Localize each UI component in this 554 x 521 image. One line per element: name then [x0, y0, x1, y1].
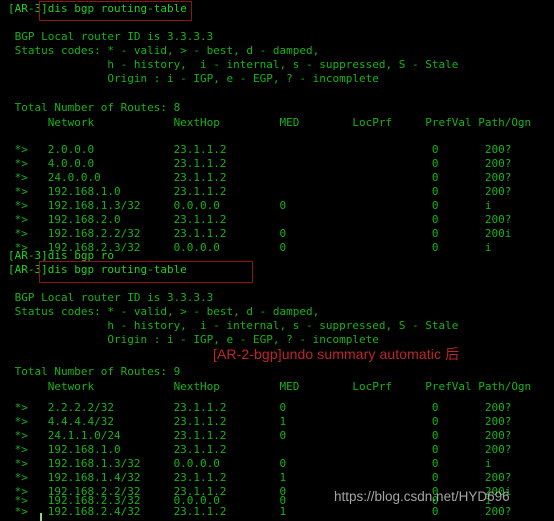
annotation-label: [AR-2-bgp]undo summary automatic 后	[213, 346, 460, 362]
table-row: *> 4.0.0.0 23.1.1.2 0 200?	[8, 157, 512, 170]
command-line-2: [AR-3]dis bgp ro	[8, 249, 114, 262]
table-row: *> 192.168.2.2/32 23.1.1.2 0 0 200i	[8, 227, 512, 240]
table-row: *> 192.168.1.4/32 23.1.1.2 1 0 200?	[8, 471, 512, 484]
table-row: *> 192.168.2.0 23.1.1.2 0 200?	[8, 213, 512, 226]
table-row: *> 192.168.1.0 23.1.1.2 0 200?	[8, 443, 512, 456]
command-line-3: [AR-3]dis bgp routing-table	[8, 263, 187, 276]
status-codes-line-2c: Origin : i - IGP, e - EGP, ? - incomplet…	[8, 333, 379, 346]
bgp-router-id-line-1: BGP Local router ID is 3.3.3.3	[8, 30, 214, 43]
total-routes-line-2: Total Number of Routes: 9	[8, 365, 181, 378]
watermark-text: https://blog.csdn.net/HYD696	[334, 489, 510, 504]
status-codes-line-1a: Status codes: * - valid, > - best, d - d…	[8, 44, 320, 57]
table-row: *> 192.168.1.3/32 0.0.0.0 0 0 i	[8, 199, 492, 212]
status-codes-line-2b: h - history, i - internal, s - suppresse…	[8, 319, 459, 332]
terminal-window[interactable]: [AR-3]dis bgp routing-table BGP Local ro…	[0, 0, 554, 521]
table-row: *> 192.168.2.4/32 23.1.1.2 1 0 200?	[8, 505, 512, 518]
command-line-1: [AR-3]dis bgp routing-table	[8, 2, 187, 15]
table-row: *> 4.4.4.4/32 23.1.1.2 1 0 200?	[8, 415, 512, 428]
table-row: *> 192.168.1.0 23.1.1.2 0 200?	[8, 185, 512, 198]
table-header-2: Network NextHop MED LocPrf PrefVal Path/…	[8, 380, 532, 393]
table-row: *> 192.168.1.3/32 0.0.0.0 0 0 i	[8, 457, 492, 470]
status-codes-line-2a: Status codes: * - valid, > - best, d - d…	[8, 305, 320, 318]
terminal-cursor	[40, 513, 42, 521]
table-row: *> 2.2.2.2/32 23.1.1.2 0 0 200?	[8, 401, 512, 414]
status-codes-line-1b: h - history, i - internal, s - suppresse…	[8, 58, 459, 71]
status-codes-line-1c: Origin : i - IGP, e - EGP, ? - incomplet…	[8, 72, 379, 85]
table-row: *> 24.1.1.0/24 23.1.1.2 0 0 200?	[8, 429, 512, 442]
table-row: *> 24.0.0.0 23.1.1.2 0 200?	[8, 171, 512, 184]
table-row: *> 2.0.0.0 23.1.1.2 0 200?	[8, 143, 512, 156]
total-routes-line-1: Total Number of Routes: 8	[8, 101, 181, 114]
bgp-router-id-line-2: BGP Local router ID is 3.3.3.3	[8, 291, 214, 304]
table-header-1: Network NextHop MED LocPrf PrefVal Path/…	[8, 116, 532, 129]
